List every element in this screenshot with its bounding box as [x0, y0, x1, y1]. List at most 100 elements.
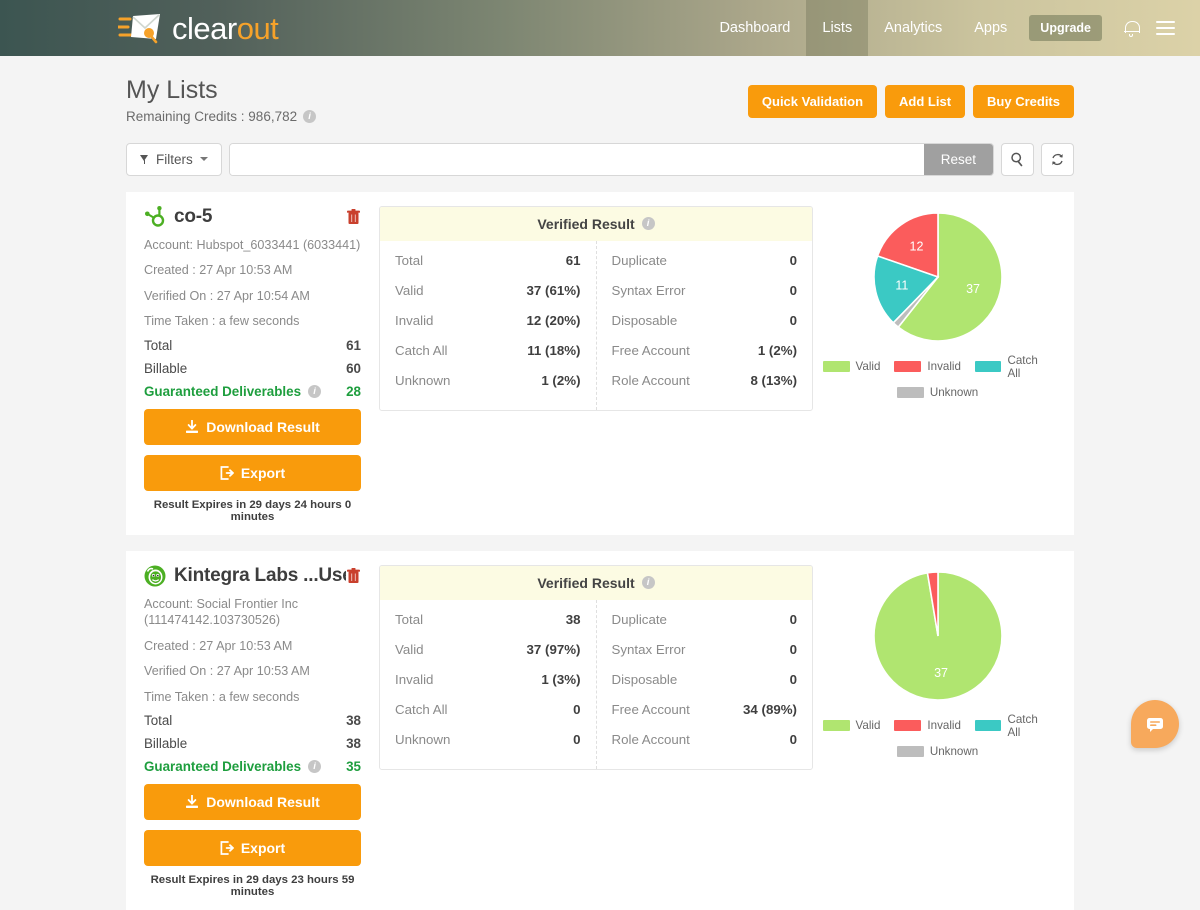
help-icon[interactable]: i — [642, 217, 655, 230]
top-navigation-bar: clearout Dashboard Lists Analytics Apps … — [0, 0, 1200, 56]
verification-pie-chart: 371211 Valid Invalid Catch All Unknown — [813, 206, 1062, 523]
buy-credits-button[interactable]: Buy Credits — [973, 85, 1074, 118]
legend-swatch — [823, 361, 850, 372]
nav-item-dashboard[interactable]: Dashboard — [703, 0, 806, 56]
list-billable-row: Billable 60 — [144, 361, 361, 376]
notifications-button[interactable] — [1114, 0, 1148, 56]
legend-item-catch-all: Catch All — [975, 713, 1053, 739]
legend-label: Valid — [856, 719, 881, 732]
quick-validation-button[interactable]: Quick Validation — [748, 85, 877, 118]
guaranteed-label: Guaranteed Deliverables — [144, 759, 301, 774]
result-label: Syntax Error — [612, 642, 790, 657]
guaranteed-value: 35 — [346, 759, 361, 774]
filters-dropdown[interactable]: Filters — [126, 143, 222, 176]
legend-label: Invalid — [927, 360, 961, 373]
download-icon — [185, 795, 199, 809]
brand-name-part1: clear — [172, 11, 237, 46]
legend-item-catch-all: Catch All — [975, 354, 1053, 380]
legend-item-unknown: Unknown — [897, 386, 978, 399]
result-value: 1 (2%) — [541, 373, 580, 388]
reset-button[interactable]: Reset — [924, 144, 993, 175]
verified-result-left-column: Total38 Valid37 (97%) Invalid1 (3%) Catc… — [380, 600, 596, 769]
result-label: Total — [395, 612, 566, 627]
result-row: Catch All0 — [395, 695, 581, 725]
total-value: 61 — [346, 338, 361, 353]
verified-result-header: Verified Result i — [380, 566, 812, 600]
result-row: Syntax Error0 — [612, 635, 798, 665]
guaranteed-value: 28 — [346, 384, 361, 399]
trash-icon[interactable] — [346, 209, 361, 225]
search-button[interactable] — [1001, 143, 1034, 176]
list-verified-on: Verified On : 27 Apr 10:54 AM — [144, 288, 361, 305]
list-total-row: Total 38 — [144, 713, 361, 728]
pie-chart-0: 371211 — [873, 212, 1003, 342]
legend-swatch — [897, 387, 924, 398]
brand-name-part2: out — [237, 11, 279, 46]
list-time-taken: Time Taken : a few seconds — [144, 689, 361, 706]
list-account: Account: Hubspot_6033441 (6033441) — [144, 237, 361, 254]
export-button[interactable]: Export — [144, 455, 361, 491]
list-title-row: co-5 — [144, 206, 361, 228]
result-value: 0 — [573, 702, 580, 717]
total-value: 38 — [346, 713, 361, 728]
list-time-taken: Time Taken : a few seconds — [144, 313, 361, 330]
list-created: Created : 27 Apr 10:53 AM — [144, 262, 361, 279]
list-name[interactable]: co-5 — [174, 206, 212, 228]
result-label: Role Account — [612, 732, 790, 747]
list-title-row: Kintegra Labs ...Users — [144, 565, 361, 587]
result-label: Total — [395, 253, 566, 268]
main-nav: Dashboard Lists Analytics Apps Upgrade — [703, 0, 1200, 56]
result-value: 37 (61%) — [527, 283, 581, 298]
verified-result-panel: Verified Result i Total61 Valid37 (61%) … — [379, 206, 813, 523]
refresh-button[interactable] — [1041, 143, 1074, 176]
search-input[interactable] — [230, 144, 924, 175]
result-row: Invalid12 (20%) — [395, 306, 581, 336]
export-icon — [220, 466, 234, 480]
pie-slice-label: 37 — [966, 282, 980, 296]
result-label: Catch All — [395, 343, 527, 358]
menu-button[interactable] — [1148, 0, 1182, 56]
export-label: Export — [241, 840, 285, 856]
verified-result-title: Verified Result — [537, 216, 634, 232]
chat-widget-button[interactable] — [1131, 700, 1179, 748]
verified-result-left-column: Total61 Valid37 (61%) Invalid12 (20%) Ca… — [380, 241, 596, 410]
list-name[interactable]: Kintegra Labs ...Users — [174, 565, 346, 587]
brand-logo[interactable]: clearout — [118, 11, 278, 45]
result-value: 0 — [790, 642, 797, 657]
legend-label: Valid — [856, 360, 881, 373]
result-row: Role Account0 — [612, 725, 798, 755]
legend-label: Unknown — [930, 745, 978, 758]
download-result-button[interactable]: Download Result — [144, 409, 361, 445]
nav-item-analytics[interactable]: Analytics — [868, 0, 958, 56]
page-content: My Lists Remaining Credits : 986,782 i Q… — [0, 56, 1200, 910]
result-value: 8 (13%) — [750, 373, 797, 388]
help-icon[interactable]: i — [642, 576, 655, 589]
legend-label: Invalid — [927, 719, 961, 732]
trash-icon[interactable] — [346, 568, 361, 584]
legend-item-invalid: Invalid — [894, 354, 961, 380]
help-icon[interactable]: i — [308, 760, 321, 773]
verified-result-panel: Verified Result i Total38 Valid37 (97%) … — [379, 565, 813, 899]
list-account: Account: Social Frontier Inc (111474142.… — [144, 596, 361, 629]
result-label: Disposable — [612, 672, 790, 687]
list-verified-on: Verified On : 27 Apr 10:53 AM — [144, 663, 361, 680]
page-title-block: My Lists Remaining Credits : 986,782 i — [126, 76, 316, 124]
legend-item-valid: Valid — [823, 354, 881, 380]
result-expiry: Result Expires in 29 days 23 hours 59 mi… — [144, 874, 361, 898]
download-result-button[interactable]: Download Result — [144, 784, 361, 820]
help-icon[interactable]: i — [303, 110, 316, 123]
export-button[interactable]: Export — [144, 830, 361, 866]
result-label: Syntax Error — [612, 283, 790, 298]
nav-item-lists[interactable]: Lists — [806, 0, 868, 56]
export-label: Export — [241, 465, 285, 481]
add-list-button[interactable]: Add List — [885, 85, 965, 118]
bell-icon — [1124, 20, 1139, 37]
result-label: Duplicate — [612, 253, 790, 268]
help-icon[interactable]: i — [308, 385, 321, 398]
upgrade-button[interactable]: Upgrade — [1029, 15, 1102, 41]
result-row: Duplicate0 — [612, 246, 798, 276]
total-label: Total — [144, 338, 346, 353]
page-actions: Quick Validation Add List Buy Credits — [748, 76, 1074, 118]
nav-item-apps[interactable]: Apps — [958, 0, 1023, 56]
chevron-down-icon — [200, 157, 208, 161]
